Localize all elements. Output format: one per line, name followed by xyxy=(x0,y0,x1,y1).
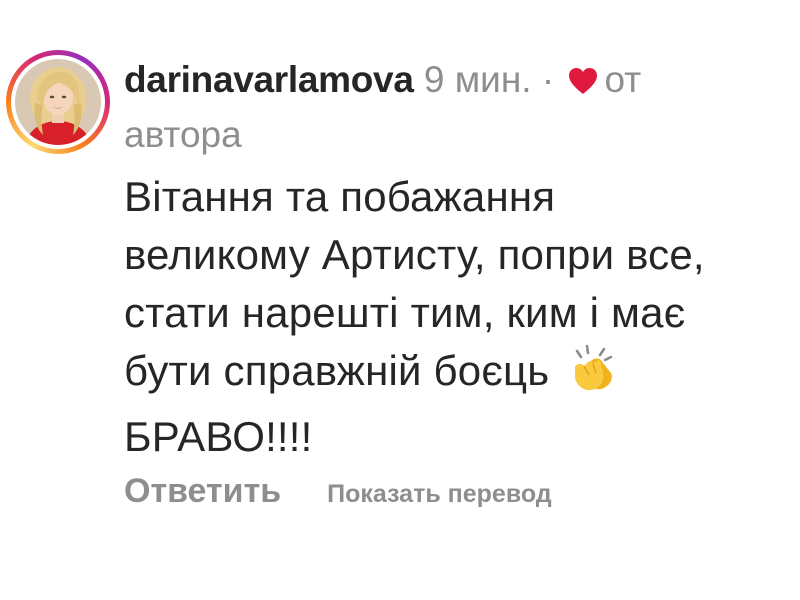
avatar-story-ring[interactable] xyxy=(6,50,110,154)
comment-body: Вітання та побажання великому Артисту, п… xyxy=(124,173,705,394)
show-translation-button[interactable]: Показать перевод xyxy=(327,480,552,509)
reply-button[interactable]: Ответить xyxy=(124,472,281,511)
clapping-hands-icon xyxy=(567,343,617,408)
liked-by-author-prefix: от xyxy=(604,59,642,100)
comment-actions: Ответить Показать перевод xyxy=(124,472,552,511)
comment: darinavarlamova 9 мин. · от автора Вітан… xyxy=(0,0,800,600)
avatar-photo xyxy=(15,59,101,145)
comment-body-end: БРАВО!!!! xyxy=(124,413,313,460)
liked-by-author-suffix: автора xyxy=(124,114,242,155)
separator-dot: · xyxy=(541,59,555,100)
username-link[interactable]: darinavarlamova xyxy=(124,59,414,100)
avatar-frame xyxy=(11,55,105,149)
heart-icon xyxy=(568,57,598,109)
comment-text: Вітання та побажання великому Артисту, п… xyxy=(124,168,800,466)
comment-time: 9 мин. xyxy=(423,59,532,100)
avatar[interactable] xyxy=(15,59,101,145)
comment-header: darinavarlamova 9 мин. · от автора xyxy=(124,54,784,161)
